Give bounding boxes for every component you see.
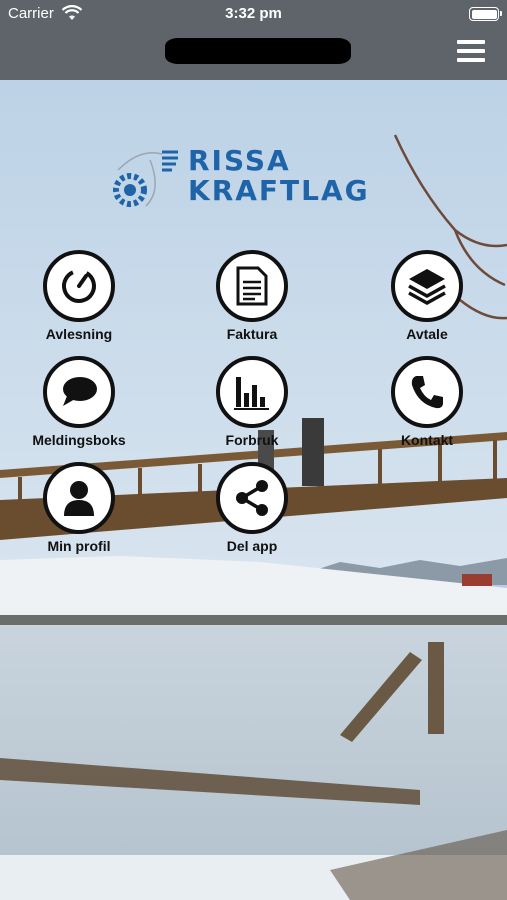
- phone-icon: [391, 356, 463, 428]
- chat-bubble-icon: [43, 356, 115, 428]
- tile-label: Forbruk: [225, 432, 279, 448]
- tile-label: Avtale: [406, 326, 448, 342]
- tile-label: Min profil: [47, 538, 111, 554]
- status-bar: Carrier 3:32 pm: [0, 0, 507, 28]
- tile-label: Del app: [226, 538, 278, 554]
- tile-label: Meldingsboks: [32, 432, 126, 448]
- logo-text-line1: RISSA: [188, 144, 291, 177]
- tile-avtale[interactable]: Avtale: [357, 250, 497, 350]
- company-logo: RISSA KRAFTLAG: [110, 140, 410, 212]
- tile-min-profil[interactable]: Min profil: [9, 462, 149, 562]
- tile-meldingsboks[interactable]: Meldingsboks: [9, 356, 149, 456]
- tile-label: Faktura: [226, 326, 278, 342]
- navigation-bar: [0, 28, 507, 80]
- tile-forbruk[interactable]: Forbruk: [182, 356, 322, 456]
- clock: 3:32 pm: [225, 5, 282, 22]
- redacted-title: [165, 38, 351, 64]
- tile-label: Avlesning: [45, 326, 113, 342]
- bar-chart-icon: [216, 356, 288, 428]
- tile-del-app[interactable]: Del app: [182, 462, 322, 562]
- battery-icon: [469, 7, 502, 21]
- gauge-icon: [43, 250, 115, 322]
- tile-faktura[interactable]: Faktura: [182, 250, 322, 350]
- hamburger-menu-icon[interactable]: [457, 40, 485, 64]
- logo-mark-icon: [113, 150, 178, 207]
- layers-icon: [391, 250, 463, 322]
- share-icon: [216, 462, 288, 534]
- tile-label: Kontakt: [400, 432, 454, 448]
- tile-kontakt[interactable]: Kontakt: [357, 356, 497, 456]
- logo-text-line2: KRAFTLAG: [188, 174, 370, 207]
- document-icon: [216, 250, 288, 322]
- user-icon: [43, 462, 115, 534]
- tile-avlesning[interactable]: Avlesning: [9, 250, 149, 350]
